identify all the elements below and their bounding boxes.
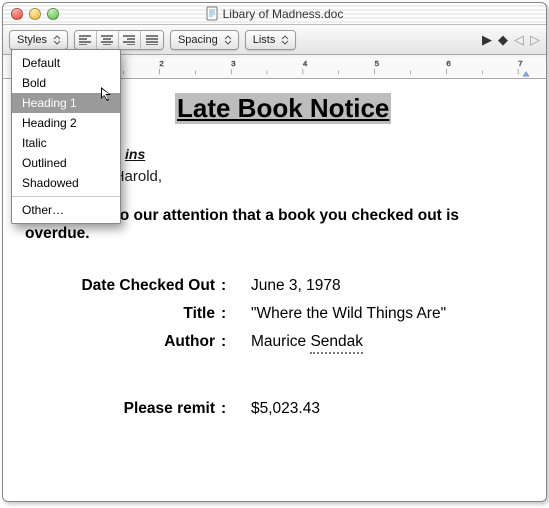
detail-value: Maurice Sendak <box>241 333 524 354</box>
align-right-button[interactable] <box>119 31 141 49</box>
chevron-down-icon <box>222 33 234 47</box>
spacing-select-label: Spacing <box>178 34 218 46</box>
detail-value: June 3, 1978 <box>241 277 524 295</box>
recipient-line: ins <box>125 146 524 162</box>
svg-text:7: 7 <box>518 60 522 69</box>
menu-item-heading2[interactable]: Heading 2 <box>12 113 120 133</box>
svg-text:2: 2 <box>159 60 163 69</box>
chevron-down-icon <box>51 33 63 47</box>
lists-select-label: Lists <box>253 34 276 46</box>
document-icon <box>206 6 219 21</box>
styles-dropdown-menu: Default Bold Heading 1 Heading 2 Italic … <box>11 49 121 224</box>
svg-text:6: 6 <box>446 60 450 69</box>
zoom-window-button[interactable] <box>47 8 59 20</box>
menu-item-heading1[interactable]: Heading 1 <box>12 93 120 113</box>
chevron-down-icon <box>279 33 291 47</box>
remit-row: Please remit : $5,023.43 <box>25 400 524 418</box>
styles-select-label: Styles <box>17 34 47 46</box>
salutation-line: Dear Harold, <box>77 168 524 185</box>
align-justify-button[interactable] <box>141 31 163 49</box>
svg-text:5: 5 <box>375 60 379 69</box>
remit-value: $5,023.43 <box>241 400 524 418</box>
window-title: Libary of Madness.doc <box>3 6 546 21</box>
menu-item-bold[interactable]: Bold <box>12 73 120 93</box>
detail-label: Date Checked Out <box>25 277 215 295</box>
nav-jump-marker-icon[interactable]: ◆ <box>498 33 508 46</box>
menu-item-shadowed[interactable]: Shadowed <box>12 173 120 193</box>
menu-item-other[interactable]: Other… <box>12 200 120 220</box>
align-center-button[interactable] <box>97 31 119 49</box>
remit-label: Please remit <box>25 400 215 418</box>
lists-select[interactable]: Lists <box>245 30 297 50</box>
menu-separator <box>12 196 120 197</box>
menu-item-default[interactable]: Default <box>12 53 120 73</box>
close-window-button[interactable] <box>11 8 23 20</box>
details-table: Date Checked Out : June 3, 1978 Title : … <box>25 277 524 354</box>
spacing-select[interactable]: Spacing <box>170 30 239 50</box>
menu-item-italic[interactable]: Italic <box>12 133 120 153</box>
toolbar-right-controls: ▶ ◆ ◁ ▷ <box>482 33 540 46</box>
app-window: Libary of Madness.doc Styles Spacing Lis… <box>2 2 547 502</box>
detail-label: Author <box>25 333 215 354</box>
alignment-group <box>74 30 164 50</box>
document-heading[interactable]: Late Book Notice <box>175 93 391 124</box>
nav-prev-marker-icon[interactable]: ▶ <box>482 33 492 46</box>
window-controls <box>11 8 59 20</box>
titlebar: Libary of Madness.doc <box>3 3 546 25</box>
styles-select[interactable]: Styles <box>9 30 68 50</box>
detail-value: "Where the Wild Things Are" <box>241 305 524 323</box>
menu-item-outlined[interactable]: Outlined <box>12 153 120 173</box>
align-left-button[interactable] <box>75 31 97 49</box>
window-title-text: Libary of Madness.doc <box>223 7 344 21</box>
nav-forward-icon[interactable]: ▷ <box>530 33 540 46</box>
detail-label: Title <box>25 305 215 323</box>
nav-back-icon[interactable]: ◁ <box>514 33 524 46</box>
svg-text:3: 3 <box>231 60 235 69</box>
minimize-window-button[interactable] <box>29 8 41 20</box>
